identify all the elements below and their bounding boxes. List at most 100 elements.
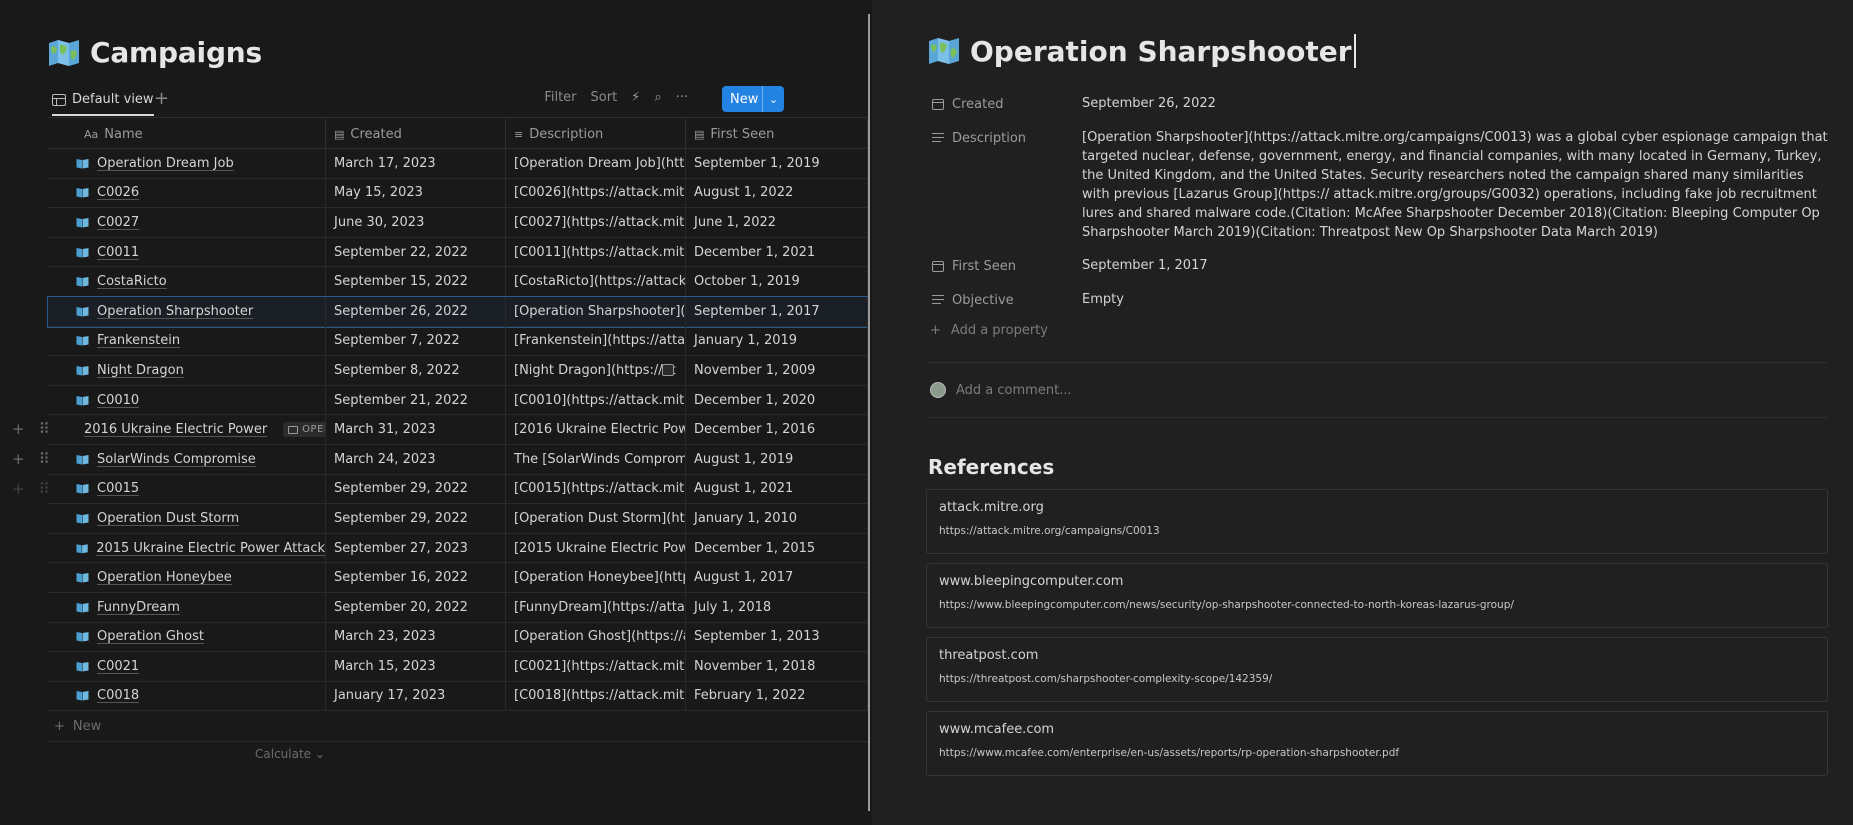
table-row[interactable]: C0018 January 17, 2023 [C0018](https://att… xyxy=(48,681,868,712)
table-row[interactable]: C0026 May 15, 2023 [C0026](https://attack.… xyxy=(48,178,868,209)
reference-card[interactable]: threatpost.com https://threatpost.com/sha… xyxy=(926,637,1828,702)
cell-first-seen[interactable]: December 1, 2016 xyxy=(686,415,868,444)
filter-button[interactable]: Filter xyxy=(544,90,576,105)
cell-name[interactable]: C0010 xyxy=(48,385,326,415)
cell-created[interactable]: September 16, 2022 xyxy=(326,563,506,592)
table-row[interactable]: Frankenstein September 7, 2022 [Frankenste… xyxy=(48,326,868,357)
cell-first-seen[interactable]: August 1, 2021 xyxy=(686,474,868,504)
description-value[interactable]: [Operation Sharpshooter](https://attack.… xyxy=(1082,128,1832,242)
row-handle[interactable]: + ⠿ xyxy=(12,420,50,438)
cell-description[interactable]: [Operation Honeybee](https:/ xyxy=(506,563,686,592)
cell-name[interactable]: Operation Dust Storm xyxy=(48,504,326,533)
pane-divider[interactable] xyxy=(868,14,870,811)
table-row[interactable]: C0010 September 21, 2022 [C0010](https://a… xyxy=(48,385,868,416)
cell-name[interactable]: C0018 xyxy=(48,681,326,711)
cell-description[interactable]: [C0018](https://attack.mitre.or xyxy=(506,681,686,711)
cell-description[interactable]: [C0026](https://attack.mitre.or xyxy=(506,178,686,208)
property-objective[interactable]: Objective Empty xyxy=(932,290,1832,310)
cell-description[interactable]: [Operation Dream Job](https: xyxy=(506,149,686,178)
cell-created[interactable]: March 15, 2023 xyxy=(326,652,506,681)
table-row[interactable]: C0021 March 15, 2023 [C0021](https://attac… xyxy=(48,652,868,682)
page-title[interactable]: Operation Sharpshooter xyxy=(970,35,1352,68)
cell-first-seen[interactable]: September 1, 2017 xyxy=(686,296,868,326)
table-row[interactable]: Operation Honeybee September 16, 2022 [Ope… xyxy=(48,563,868,593)
cell-created[interactable]: March 17, 2023 xyxy=(326,149,506,178)
reference-card[interactable]: www.bleepingcomputer.com https://www.blee… xyxy=(926,563,1828,628)
cell-description[interactable]: [C0021](https://attack.mitre.or xyxy=(506,652,686,681)
table-row[interactable]: C0015 September 29, 2022 [C0015](https://a… xyxy=(48,474,868,505)
cell-created[interactable]: January 17, 2023 xyxy=(326,681,506,711)
cell-name[interactable]: Operation Sharpshooter xyxy=(48,296,326,326)
table-row[interactable]: FunnyDream September 20, 2022 [FunnyDream]… xyxy=(48,592,868,623)
cell-name[interactable]: SolarWinds Compromise xyxy=(48,444,326,474)
cell-first-seen[interactable]: November 1, 2009 xyxy=(686,356,868,385)
table-row[interactable]: Operation Ghost March 23, 2023 [Operation … xyxy=(48,622,868,653)
property-created[interactable]: Created September 26, 2022 xyxy=(932,94,1832,114)
table-row[interactable]: Operation Dream Job March 17, 2023 [Operat… xyxy=(48,149,868,179)
cell-first-seen[interactable]: December 1, 2020 xyxy=(686,385,868,415)
column-header-name[interactable]: Aa Name xyxy=(48,119,326,149)
add-property-button[interactable]: + Add a property xyxy=(930,323,1048,338)
cell-description[interactable]: [Operation Dust Storm](https: xyxy=(506,504,686,533)
cell-description[interactable]: [C0011](https://attack.mitre.or xyxy=(506,237,686,267)
table-row[interactable]: 2016 Ukraine Electric PowerOPENMarch 31,… xyxy=(48,415,868,445)
cell-first-seen[interactable]: September 1, 2013 xyxy=(686,622,868,652)
cell-created[interactable]: September 21, 2022 xyxy=(326,385,506,415)
cell-created[interactable]: September 29, 2022 xyxy=(326,504,506,533)
cell-name[interactable]: Operation Honeybee xyxy=(48,563,326,592)
reference-url[interactable]: https://www.mcafee.com/enterprise/en-us/… xyxy=(939,747,1815,759)
table-row[interactable]: Operation Dust Storm September 29, 2022 [O… xyxy=(48,504,868,534)
sort-button[interactable]: Sort xyxy=(591,90,618,105)
cell-created[interactable]: September 29, 2022 xyxy=(326,474,506,504)
cell-created[interactable]: May 15, 2023 xyxy=(326,178,506,208)
cell-name[interactable]: C0026 xyxy=(48,178,326,208)
cell-created[interactable]: September 8, 2022 xyxy=(326,356,506,385)
cell-first-seen[interactable]: August 1, 2017 xyxy=(686,563,868,592)
cell-created[interactable]: September 15, 2022 xyxy=(326,267,506,296)
cell-first-seen[interactable]: February 1, 2022 xyxy=(686,681,868,711)
cell-name[interactable]: Frankenstein xyxy=(48,326,326,356)
reference-card[interactable]: attack.mitre.org https://attack.mitre.org… xyxy=(926,489,1828,554)
table-row[interactable]: Operation Sharpshooter September 26, 2022… xyxy=(47,295,868,328)
cell-created[interactable]: September 7, 2022 xyxy=(326,326,506,356)
cell-description[interactable]: [Operation Sharpshooter](http xyxy=(506,296,686,326)
cell-first-seen[interactable]: January 1, 2019 xyxy=(686,326,868,356)
property-description[interactable]: Description [Operation Sharpshooter](htt… xyxy=(932,128,1832,242)
cell-created[interactable]: September 20, 2022 xyxy=(326,592,506,622)
cell-name[interactable]: Operation Ghost xyxy=(48,622,326,652)
chevron-down-icon[interactable]: ⌄ xyxy=(762,86,784,112)
copy-icon[interactable] xyxy=(662,364,674,377)
lightning-icon[interactable]: ⚡ xyxy=(631,90,640,105)
cell-description[interactable]: [Night Dragon](https://at xyxy=(506,356,686,385)
cell-name[interactable]: C0021 xyxy=(48,652,326,681)
cell-created[interactable]: June 30, 2023 xyxy=(326,208,506,237)
cell-description[interactable]: [Operation Ghost](https://atta xyxy=(506,622,686,652)
cell-first-seen[interactable]: October 1, 2019 xyxy=(686,267,868,296)
cell-name[interactable]: C0027 xyxy=(48,208,326,237)
column-header-created[interactable]: ▤ Created xyxy=(326,119,506,149)
cell-description[interactable]: [C0010](https://attack.mitre.or xyxy=(506,385,686,415)
row-handle[interactable]: + ⠿ xyxy=(12,480,50,498)
cell-name[interactable]: 2015 Ukraine Electric Power Attack xyxy=(48,533,326,563)
table-row[interactable]: C0011 September 22, 2022 [C0011](https://a… xyxy=(48,237,868,268)
more-icon[interactable]: ··· xyxy=(676,90,688,105)
table-row[interactable]: SolarWinds Compromise March 24, 2023 The [… xyxy=(48,444,868,475)
cell-description[interactable]: [FunnyDream](https://attack.m xyxy=(506,592,686,622)
cell-created[interactable]: March 31, 2023 xyxy=(326,415,506,444)
open-button[interactable]: OPEN xyxy=(283,422,325,438)
cell-created[interactable]: September 22, 2022 xyxy=(326,237,506,267)
cell-description[interactable]: [2016 Ukraine Electric Power A xyxy=(506,415,686,444)
cell-name[interactable]: CostaRicto xyxy=(48,267,326,296)
cell-description[interactable]: [2015 Ukraine Electric Power A xyxy=(506,533,686,563)
cell-description[interactable]: [C0015](https://attack.mitre.or xyxy=(506,474,686,504)
cell-description[interactable]: The [SolarWinds Compromise xyxy=(506,444,686,474)
cell-name[interactable]: Operation Dream Job xyxy=(48,149,326,178)
cell-created[interactable]: September 27, 2023 xyxy=(326,533,506,563)
cell-name[interactable]: FunnyDream xyxy=(48,592,326,622)
cell-first-seen[interactable]: August 1, 2019 xyxy=(686,444,868,474)
row-handle[interactable]: + ⠿ xyxy=(12,450,50,468)
reference-card[interactable]: www.mcafee.com https://www.mcafee.com/ent… xyxy=(926,711,1828,776)
map-icon[interactable] xyxy=(48,39,80,67)
cell-description[interactable]: [C0027](https://attack.mitre.or xyxy=(506,208,686,237)
cell-first-seen[interactable]: December 1, 2015 xyxy=(686,533,868,563)
